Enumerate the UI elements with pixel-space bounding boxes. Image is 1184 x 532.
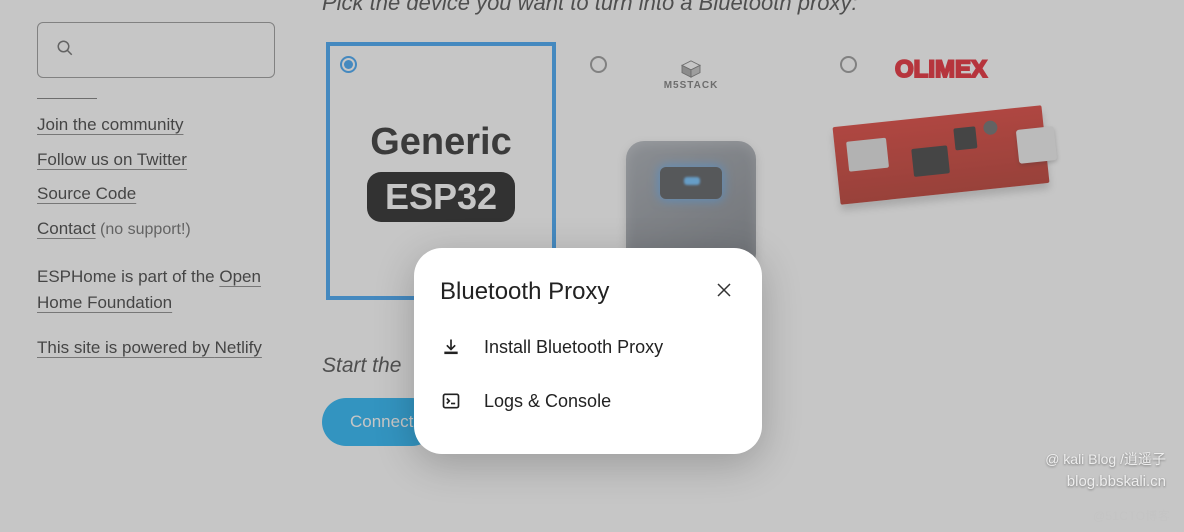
radio-m5stack[interactable] [590,56,607,73]
link-contact[interactable]: Contact [37,219,96,238]
device-option-olimex[interactable]: OLIMEX [826,42,1056,300]
watermark-line1: @ kali Blog /逍遥子 [1045,449,1166,469]
m5stack-logo-text: M5STACK [664,80,719,91]
modal-item-logs-label: Logs & Console [484,391,611,412]
bluetooth-proxy-modal: Bluetooth Proxy Install Bluetooth Proxy … [414,248,762,454]
modal-close-button[interactable] [712,280,736,304]
olimex-board-visual [832,105,1049,205]
m5stack-logo: M5STACK [664,60,719,91]
foundation-prefix: ESPHome is part of the [37,267,219,286]
close-icon [715,281,733,304]
radio-olimex[interactable] [840,56,857,73]
link-join-community[interactable]: Join the community [37,115,183,134]
divider [37,98,97,99]
olimex-logo: OLIMEX [895,56,987,84]
modal-item-install-label: Install Bluetooth Proxy [484,337,663,358]
search-icon [56,39,74,62]
link-follow-twitter[interactable]: Follow us on Twitter [37,150,187,169]
download-icon [440,336,462,358]
sidebar-links: Join the community Follow us on Twitter … [37,113,300,242]
watermark: @ kali Blog /逍遥子 blog.bbskali.cn [1045,449,1166,490]
contact-note: (no support!) [100,221,191,238]
watermark-line2: blog.bbskali.cn [1045,473,1166,490]
sidebar-powered-by: This site is powered by Netlify [37,338,300,358]
watermark-corner: @51CTO博客 [1093,507,1170,524]
sidebar-foundation: ESPHome is part of the Open Home Foundat… [37,264,300,317]
modal-header: Bluetooth Proxy [414,272,762,320]
modal-title: Bluetooth Proxy [440,278,609,306]
radio-generic-esp32[interactable] [340,56,357,73]
m5stack-cube-icon [680,60,702,78]
link-source-code[interactable]: Source Code [37,184,136,203]
device-pick-instruction: Pick the device you want to turn into a … [322,0,1184,16]
search-input[interactable] [37,22,275,78]
esp32-label-generic: Generic [370,121,512,164]
sidebar: Join the community Follow us on Twitter … [0,0,300,532]
modal-item-install[interactable]: Install Bluetooth Proxy [414,320,762,374]
esp32-label-esp32: ESP32 [367,172,515,222]
modal-item-logs[interactable]: Logs & Console [414,374,762,428]
link-netlify-text[interactable]: This site is powered by Netlify [37,338,262,357]
console-icon [440,390,462,412]
